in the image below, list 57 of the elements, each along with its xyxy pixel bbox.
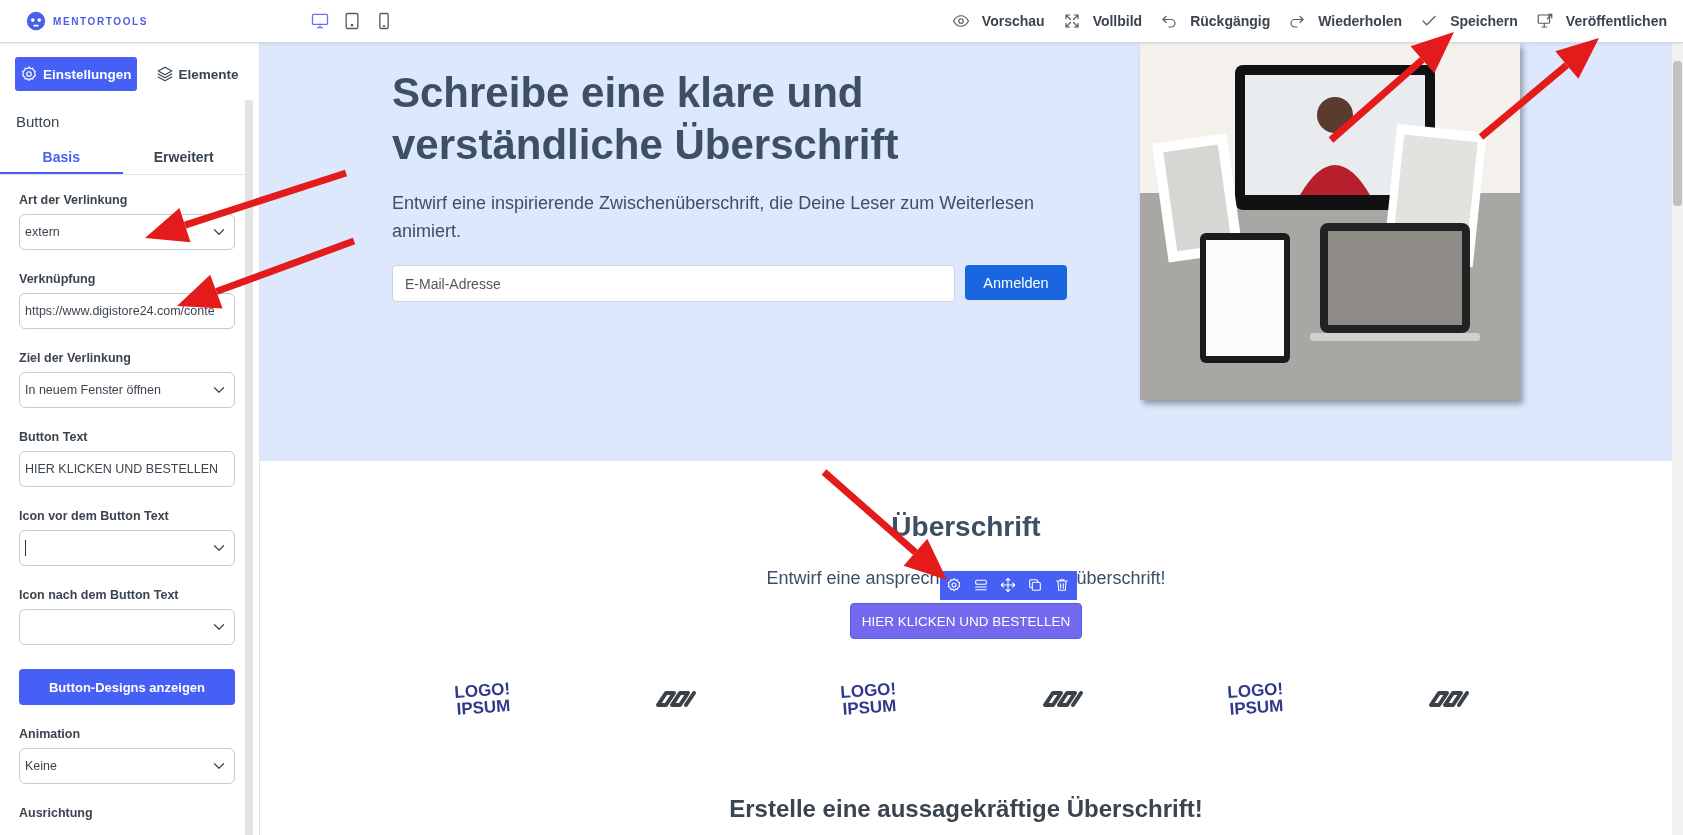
section-subheading: Entwirf eine ansprech (766, 567, 940, 589)
toolbar-button[interactable]: Vorschau (951, 12, 1045, 30)
dropdown-field[interactable]: Keine (19, 748, 235, 784)
logo: LOGO! IPSUM (453, 680, 512, 718)
email-field[interactable]: E-Mail-Adresse (392, 265, 955, 302)
section-heading: Überschrift (891, 511, 1041, 543)
trash-icon (1053, 577, 1070, 593)
scrollbar[interactable] (245, 100, 253, 835)
brand-name: MENTORTOOLS (53, 15, 148, 27)
input-field[interactable]: HIER KLICKEN UND BESTELLEN (19, 451, 235, 487)
robot-logo-icon (25, 10, 47, 32)
toolbar-icon-button[interactable] (999, 577, 1017, 594)
toolbar-icon-button[interactable] (945, 577, 963, 594)
field-label: Button Text (19, 430, 89, 444)
desktop-icon (310, 11, 330, 31)
eye-icon (951, 12, 970, 30)
field-label: Animation (19, 727, 82, 741)
dropdown-field[interactable]: In neuem Fenster öffnen (19, 372, 235, 408)
toolbar-button[interactable]: Rückgängig (1160, 12, 1271, 30)
rows-icon (972, 577, 989, 593)
logo: LOGO! IPSUM (840, 680, 899, 718)
panel-tab[interactable]: Einstellungen (15, 57, 137, 91)
field-label: Art der Verlinkung (19, 193, 129, 207)
field-label: Verknüpfung (19, 272, 97, 286)
fullscreen-icon (1062, 12, 1081, 30)
hero-heading: Schreibe eine klare und verständliche Überschrift (392, 68, 900, 170)
settings-icon (945, 577, 962, 593)
toolbar-icon-button[interactable] (1026, 577, 1044, 594)
move-icon (999, 577, 1016, 593)
dropdown-field[interactable] (19, 609, 235, 645)
section-heading: Erstelle eine aussagekräftige Überschrift! (729, 795, 1203, 823)
scrollbar[interactable] (1672, 43, 1683, 835)
sub-tab[interactable]: Erweitert (122, 142, 245, 174)
field-label: Ausrichtung (19, 806, 94, 820)
dropdown-field[interactable] (19, 530, 235, 566)
copy-icon (1026, 577, 1043, 593)
field-label: Icon vor dem Button Text (19, 509, 170, 523)
panel-tab[interactable]: Elemente (150, 57, 244, 91)
section-subheading: überschrift! (1076, 567, 1166, 589)
toolbar-icon-button[interactable] (1053, 577, 1071, 594)
toolbar-button[interactable]: Veröffentlichen (1535, 12, 1667, 30)
monitor-icon (1535, 12, 1554, 30)
sub-tab[interactable]: Basis (0, 142, 123, 174)
toolbar-button[interactable]: Vollbild (1062, 12, 1143, 30)
signup-button[interactable]: Anmelden (965, 265, 1067, 300)
hero-subheading: Entwirf eine inspirierende Zwischenüberschrift, die Deine Leser zum Weiterlesen animiert. (392, 192, 1035, 243)
logo: LOGO! IPSUM (1227, 680, 1285, 718)
cta-button[interactable]: HIER KLICKEN UND BESTELLEN (850, 603, 1082, 639)
settings-icon (20, 65, 38, 83)
text-cursor (25, 540, 26, 556)
section-title: Button (15, 112, 61, 130)
designs-button[interactable]: Button-Designs anzeigen (19, 669, 235, 705)
toolbar-button[interactable]: Wiederholen (1288, 12, 1403, 30)
layers-icon (155, 65, 174, 83)
field-label: Ziel der Verlinkung (19, 351, 132, 365)
field-label: Icon nach dem Button Text (19, 588, 180, 602)
toolbar-button[interactable]: Speichern (1420, 12, 1518, 30)
